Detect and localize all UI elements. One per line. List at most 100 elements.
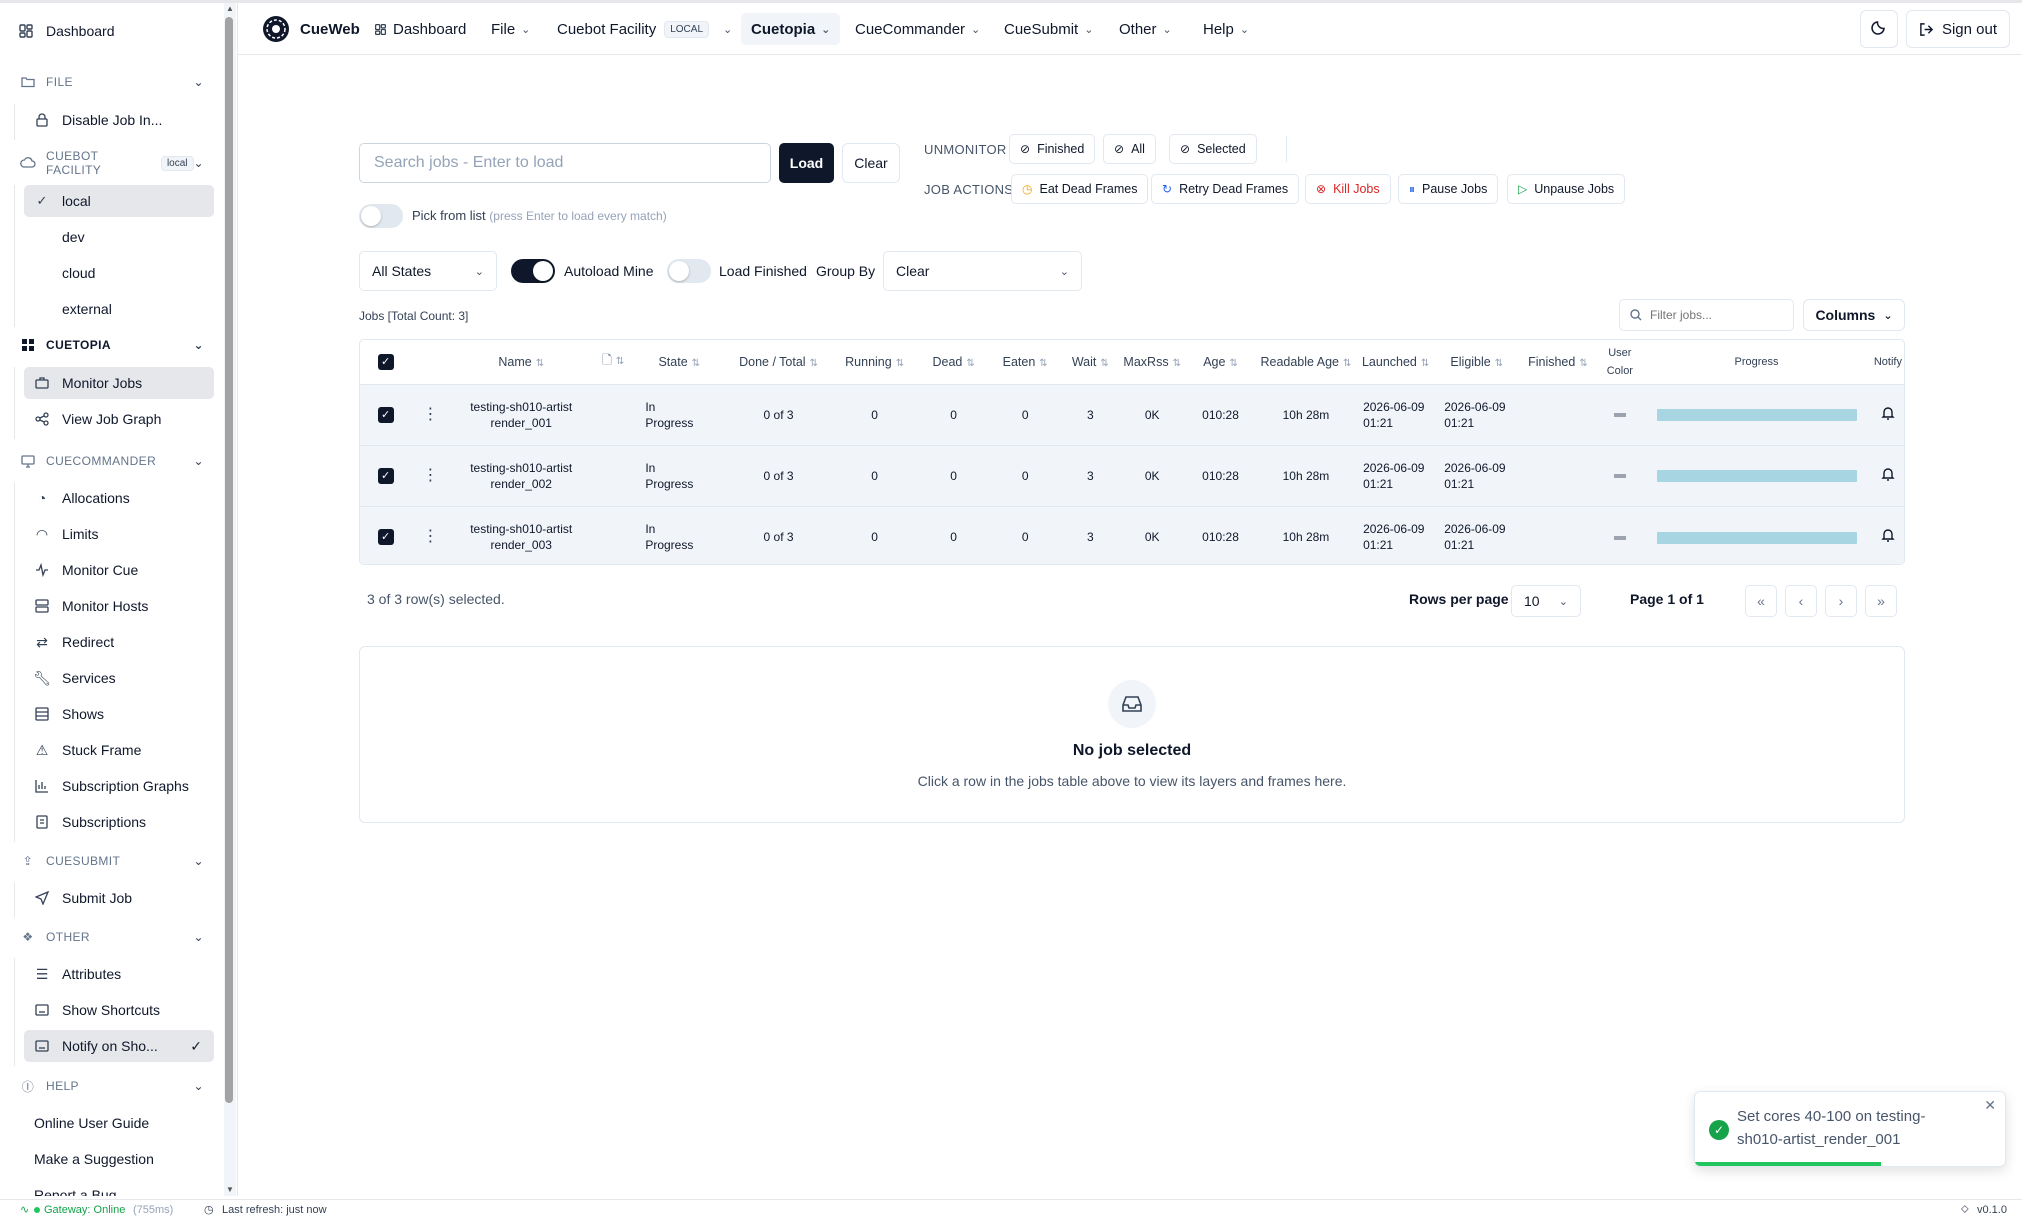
col-wait[interactable]: Wait ⇅ [1060, 340, 1120, 384]
col-maxrss[interactable]: MaxRss ⇅ [1120, 340, 1184, 384]
col-name[interactable]: Name ⇅ [450, 340, 593, 384]
sidebar-item-allocations[interactable]: ◔ Allocations [24, 482, 214, 514]
col-state[interactable]: State ⇅ [633, 340, 725, 384]
bell-icon[interactable] [1872, 506, 1904, 564]
row-menu-icon[interactable]: ⋮ [411, 384, 449, 445]
col-readable-age[interactable]: Readable Age ⇅ [1257, 340, 1355, 384]
unmonitor-finished-button[interactable]: ⊘ Finished [1009, 134, 1096, 164]
col-dead[interactable]: Dead ⇅ [917, 340, 990, 384]
sidebar-item-subscriptions[interactable]: Subscriptions [24, 806, 214, 838]
bell-icon[interactable] [1872, 445, 1904, 506]
section-cuecommander[interactable]: CUECOMMANDER ⌄ [20, 449, 204, 473]
section-other[interactable]: ❖ OTHER ⌄ [20, 925, 204, 949]
eat-dead-frames-button[interactable]: ◷ Eat Dead Frames [1011, 174, 1149, 204]
filter-jobs-input[interactable] [1650, 308, 1780, 322]
section-cuetopia[interactable]: CUETOPIA ⌄ [20, 333, 204, 357]
sidebar-item-submit-job[interactable]: Submit Job [24, 882, 214, 914]
sidebar-item-shows[interactable]: Shows [24, 698, 214, 730]
row-checkbox[interactable]: ✓ [360, 384, 411, 445]
nav-other[interactable]: Other ⌄ [1109, 13, 1182, 45]
filter-jobs-field[interactable] [1619, 299, 1794, 331]
col-file[interactable]: 🗋︎ ⇅ [593, 340, 634, 384]
pause-jobs-button[interactable]: ⏸︎ Pause Jobs [1398, 174, 1499, 204]
scroll-down-icon[interactable]: ▼ [224, 1184, 236, 1196]
sidebar-item-limits[interactable]: ◠ Limits [24, 518, 214, 550]
first-page-button[interactable]: « [1745, 585, 1777, 617]
unmonitor-all-button[interactable]: ⊘ All [1103, 134, 1156, 164]
search-input[interactable] [359, 143, 771, 183]
sidebar-item-dashboard[interactable]: Dashboard [18, 15, 115, 47]
row-checkbox[interactable]: ✓ [360, 506, 411, 564]
user-color-swatch[interactable] [1598, 506, 1641, 564]
theme-toggle-button[interactable] [1860, 10, 1898, 48]
nav-dashboard[interactable]: Dashboard [364, 13, 476, 45]
col-launched[interactable]: Launched ⇅ [1355, 340, 1436, 384]
sidebar-item-attributes[interactable]: ☰ Attributes [24, 958, 214, 990]
unmonitor-selected-button[interactable]: ⊘ Selected [1169, 134, 1257, 164]
sidebar-item-dev[interactable]: dev [24, 221, 214, 253]
sidebar-item-suggestion[interactable]: Make a Suggestion [34, 1143, 154, 1175]
close-icon[interactable]: ✕ [1984, 1097, 1996, 1114]
nav-cuetopia[interactable]: Cuetopia ⌄ [741, 13, 841, 45]
col-done-total[interactable]: Done / Total ⇅ [725, 340, 832, 384]
col-age[interactable]: Age ⇅ [1184, 340, 1257, 384]
load-finished-toggle[interactable] [667, 259, 711, 283]
section-file[interactable]: FILE ⌄ [20, 70, 204, 94]
previous-page-button[interactable]: ‹ [1785, 585, 1817, 617]
col-running[interactable]: Running ⇅ [832, 340, 917, 384]
sidebar-item-external[interactable]: external [24, 293, 214, 325]
sidebar-item-view-job-graph[interactable]: View Job Graph [24, 403, 214, 435]
section-facility[interactable]: CUEBOT FACILITY local ⌄ [20, 149, 204, 177]
table-row[interactable]: ✓ ⋮ testing-sh010-artist render_002 In Progre… [360, 445, 1904, 506]
sign-out-button[interactable]: Sign out [1906, 10, 2010, 48]
next-page-button[interactable]: › [1825, 585, 1857, 617]
section-cuesubmit[interactable]: ⇪ CUESUBMIT ⌄ [20, 849, 204, 873]
sidebar-item-monitor-hosts[interactable]: Monitor Hosts [24, 590, 214, 622]
scroll-up-icon[interactable]: ▲ [224, 3, 236, 15]
sidebar-item-cloud[interactable]: cloud [24, 257, 214, 289]
sidebar-item-report-bug[interactable]: Report a Bug [34, 1179, 117, 1196]
last-page-button[interactable]: » [1865, 585, 1897, 617]
rows-per-page-select[interactable]: 10 ⌄ [1511, 585, 1581, 617]
col-eligible[interactable]: Eligible ⇅ [1436, 340, 1517, 384]
sidebar-item-notify-on-shows[interactable]: Notify on Sho... ✓ [24, 1030, 214, 1062]
retry-dead-frames-button[interactable]: ↻ Retry Dead Frames [1151, 174, 1300, 204]
nav-cuesubmit[interactable]: CueSubmit ⌄ [994, 13, 1103, 45]
autoload-mine-toggle[interactable] [511, 259, 555, 283]
load-button[interactable]: Load [779, 143, 834, 183]
sidebar-item-user-guide[interactable]: Online User Guide [34, 1107, 149, 1139]
user-color-swatch[interactable] [1598, 445, 1641, 506]
select-all-checkbox[interactable]: ✓ [360, 340, 411, 384]
columns-button[interactable]: Columns ⌄ [1803, 299, 1905, 331]
sidebar-item-monitor-jobs[interactable]: Monitor Jobs [24, 367, 214, 399]
sidebar-item-show-shortcuts[interactable]: Show Shortcuts [24, 994, 214, 1026]
sidebar-item-monitor-cue[interactable]: Monitor Cue [24, 554, 214, 586]
row-menu-icon[interactable]: ⋮ [411, 506, 449, 564]
user-color-swatch[interactable] [1598, 384, 1641, 445]
sidebar-item-services[interactable]: 🔧︎ Services [24, 662, 214, 694]
col-eaten[interactable]: Eaten ⇅ [990, 340, 1060, 384]
col-finished[interactable]: Finished ⇅ [1517, 340, 1598, 384]
sidebar-item-local[interactable]: ✓ local [24, 185, 214, 217]
sidebar-item-disable-job[interactable]: Disable Job In... [24, 104, 214, 136]
sidebar-scrollbar-thumb[interactable] [225, 17, 233, 1103]
nav-file[interactable]: File ⌄ [481, 13, 540, 45]
nav-help[interactable]: Help ⌄ [1193, 13, 1259, 45]
unpause-jobs-button[interactable]: ▷ Unpause Jobs [1507, 174, 1626, 204]
nav-cuecommander[interactable]: CueCommander ⌄ [845, 13, 990, 45]
clear-search-button[interactable]: Clear [842, 143, 900, 183]
clear-label: Clear [854, 155, 888, 171]
state-filter-select[interactable]: All States ⌄ [359, 251, 497, 291]
nav-cuebot-facility[interactable]: Cuebot Facility LOCAL ⌄ [547, 13, 742, 45]
table-row[interactable]: ✓ ⋮ testing-sh010-artist render_003 In Progre… [360, 506, 1904, 564]
kill-jobs-button[interactable]: ⊗ Kill Jobs [1305, 174, 1391, 204]
row-menu-icon[interactable]: ⋮ [411, 445, 449, 506]
group-by-select[interactable]: Clear ⌄ [883, 251, 1082, 291]
section-help[interactable]: ⓘ HELP ⌄ [20, 1074, 204, 1098]
sidebar-item-redirect[interactable]: ⇄ Redirect [24, 626, 214, 658]
brand[interactable]: CueWeb [252, 13, 370, 45]
pick-from-list-toggle[interactable] [359, 204, 403, 228]
row-checkbox[interactable]: ✓ [360, 445, 411, 506]
bell-icon[interactable] [1872, 384, 1904, 445]
table-row[interactable]: ✓ ⋮ testing-sh010-artist render_001 In Progre… [360, 384, 1904, 445]
